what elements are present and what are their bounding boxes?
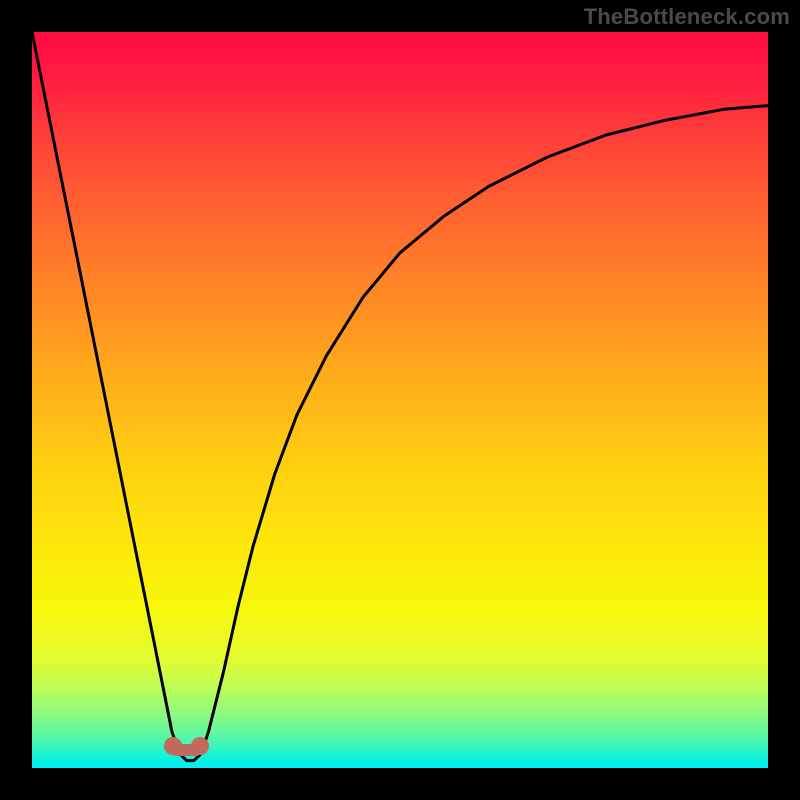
curve-minimum-connector: [173, 744, 199, 756]
bottleneck-curve: [32, 32, 768, 768]
watermark-text: TheBottleneck.com: [584, 4, 790, 30]
plot-area: [32, 32, 768, 768]
outer-frame: TheBottleneck.com: [0, 0, 800, 800]
